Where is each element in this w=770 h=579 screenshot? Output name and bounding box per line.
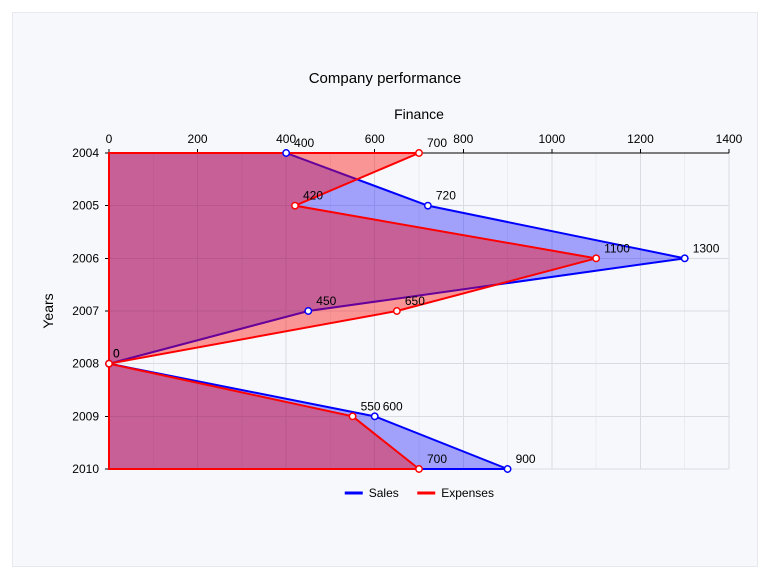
data-point (106, 360, 112, 366)
y-tick-label: 2009 (72, 409, 99, 423)
x-tick-label: 1200 (627, 132, 654, 146)
x-tick-label: 1000 (539, 132, 566, 146)
data-label: 400 (294, 136, 314, 150)
data-label: 600 (383, 399, 403, 413)
y-tick-label: 2004 (72, 146, 99, 160)
data-point (394, 308, 400, 314)
y-tick-label: 2010 (72, 462, 99, 476)
data-label: 720 (436, 189, 456, 203)
data-point (349, 413, 355, 419)
data-point (593, 255, 599, 261)
legend-label-expenses: Expenses (441, 486, 494, 500)
y-tick-label: 2006 (72, 251, 99, 265)
chart-title: Company performance (309, 70, 462, 87)
data-label: 900 (516, 452, 536, 466)
data-point (504, 466, 510, 472)
y-tick-label: 2005 (72, 199, 99, 213)
data-point (425, 202, 431, 208)
data-label: 1100 (604, 241, 630, 255)
chart-panel: Company performance Finance Years 0 200 400 60… (12, 12, 758, 567)
y-tick-label: 2008 (72, 357, 99, 371)
x-tick-label: 600 (365, 132, 385, 146)
data-point (283, 150, 289, 156)
data-label: 420 (303, 189, 323, 203)
data-point (372, 413, 378, 419)
x-tick-label: 1400 (716, 132, 743, 146)
data-label: 650 (405, 294, 425, 308)
data-point (416, 466, 422, 472)
data-point (416, 150, 422, 156)
chart-frame: Company performance Finance Years 0 200 400 60… (0, 0, 770, 579)
y-tick-label: 2007 (72, 304, 99, 318)
data-point (292, 202, 298, 208)
data-point (682, 255, 688, 261)
x-axis-title: Finance (394, 106, 444, 122)
data-label: 700 (427, 136, 447, 150)
chart-svg: Company performance Finance Years 0 200 400 60… (13, 13, 757, 566)
x-tick-label: 0 (106, 132, 113, 146)
data-label: 700 (427, 452, 447, 466)
data-label: 1300 (693, 241, 720, 255)
legend-label-sales: Sales (369, 486, 399, 500)
x-tick-label: 200 (188, 132, 208, 146)
data-label: 450 (316, 294, 336, 308)
y-axis-title: Years (40, 293, 56, 328)
x-tick-label: 800 (453, 132, 473, 146)
data-label: 0 (113, 347, 120, 361)
data-label: 550 (361, 399, 381, 413)
data-point (305, 308, 311, 314)
